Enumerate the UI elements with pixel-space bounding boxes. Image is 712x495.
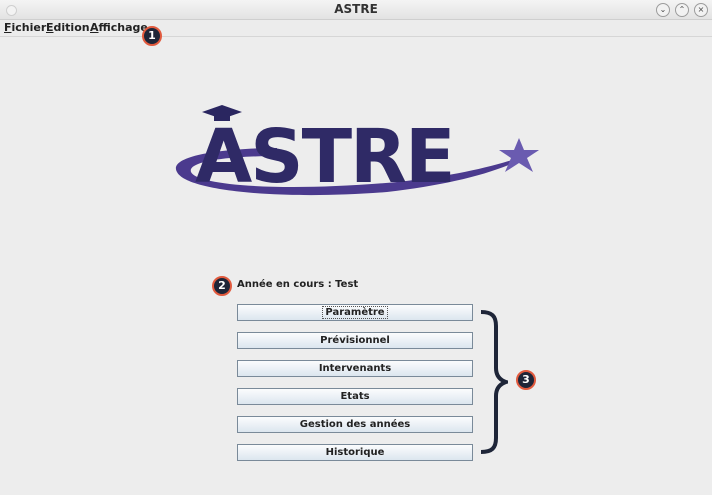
intervenants-button[interactable]: Intervenants (237, 360, 473, 377)
astre-logo: ASTRE (175, 105, 540, 200)
menu-fichier[interactable]: Fichier (4, 21, 46, 34)
menu-affichage[interactable]: Affichage (90, 21, 148, 34)
window-title: ASTRE (334, 2, 378, 16)
close-icon[interactable]: × (694, 3, 708, 17)
buttons-bracket (480, 310, 508, 454)
parametre-label: Paramètre (322, 306, 388, 319)
menu-edition[interactable]: Edition (46, 21, 90, 34)
menu-bar: Fichier Edition Affichage (0, 20, 712, 37)
maximize-icon[interactable]: ⌃ (675, 3, 689, 17)
previsionnel-button[interactable]: Prévisionnel (237, 332, 473, 349)
historique-button[interactable]: Historique (237, 444, 473, 461)
current-year-label: Année en cours : Test (237, 279, 359, 290)
logo-star-icon (499, 138, 539, 172)
minimize-icon[interactable]: ⌄ (656, 3, 670, 17)
title-bar: ASTRE ⌄ ⌃ × (0, 0, 712, 20)
logo-text: ASTRE (195, 114, 454, 200)
callout-3: 3 (516, 370, 536, 390)
gestion-annees-button[interactable]: Gestion des années (237, 416, 473, 433)
parametre-button[interactable]: Paramètre (237, 304, 473, 321)
etats-button[interactable]: Etats (237, 388, 473, 405)
callout-2: 2 (212, 276, 232, 296)
callout-1: 1 (142, 26, 162, 46)
